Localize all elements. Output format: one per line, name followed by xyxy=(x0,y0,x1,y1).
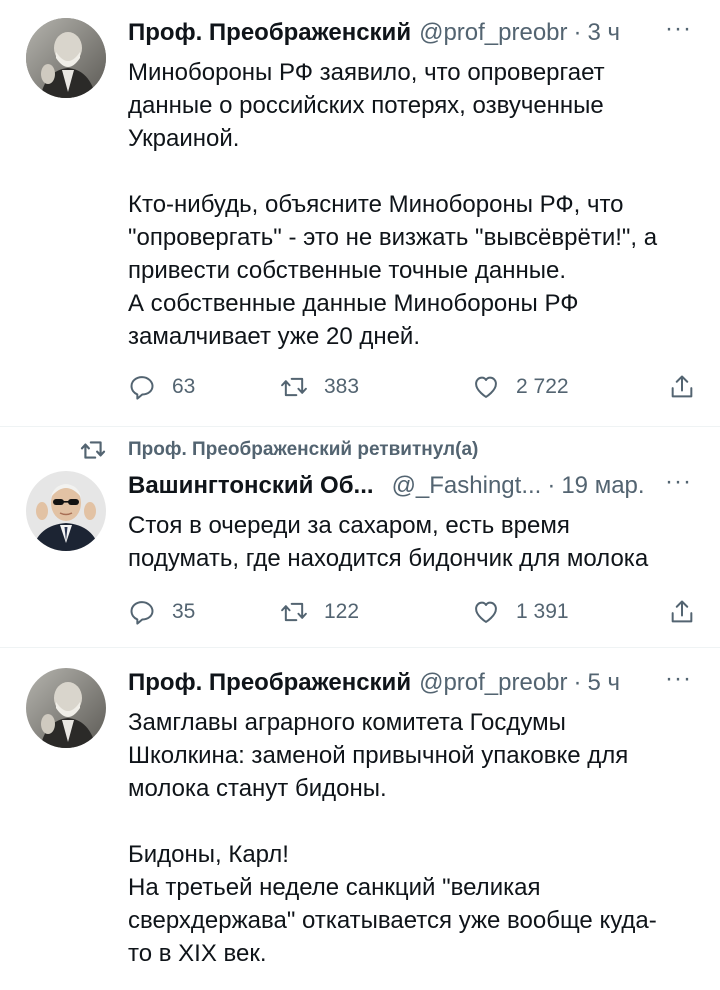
timestamp[interactable]: 5 ч xyxy=(588,668,621,698)
retweet-count: 383 xyxy=(324,375,360,398)
timestamp[interactable]: 3 ч xyxy=(588,18,621,48)
text-line: данные о российских потерях, озвученные xyxy=(128,92,604,119)
author-name[interactable]: Проф. Преображенский xyxy=(128,18,411,48)
text-line: "опровергать" - это не визжать "вывсёврё… xyxy=(128,224,658,251)
retweet-icon xyxy=(281,602,307,622)
author-handle[interactable]: @prof_preobr xyxy=(419,668,567,698)
reply-icon xyxy=(130,376,154,400)
action-bar: 35 122 1 391 xyxy=(128,595,696,629)
reply-button[interactable]: 35 xyxy=(128,595,195,629)
separator-dot: · xyxy=(573,19,582,46)
retweet-button[interactable]: 383 xyxy=(280,370,359,404)
text-line: Замглавы аграрного комитета Госдумы xyxy=(128,709,566,736)
avatar[interactable] xyxy=(26,668,106,748)
share-button[interactable] xyxy=(668,595,696,629)
like-button[interactable]: 1 391 xyxy=(472,595,569,629)
avatar[interactable] xyxy=(26,471,106,551)
like-count: 2 722 xyxy=(516,375,569,398)
retweet-context[interactable]: Проф. Преображенский ретвитнул(а) xyxy=(80,435,478,465)
more-dots-icon[interactable]: ··· xyxy=(665,470,692,494)
share-button[interactable] xyxy=(668,370,696,404)
text-line: Минобороны РФ заявило, что опровергает xyxy=(128,59,605,86)
tweet[interactable]: Проф. Преображенский ретвитнул(а) Вашинг… xyxy=(0,427,720,648)
avatar-image xyxy=(26,668,106,748)
tweet[interactable]: Проф. Преображенский @prof_preobr · 5 ч … xyxy=(0,648,720,990)
tweet[interactable]: Проф. Преображенский @prof_preobr · 3 ч … xyxy=(0,0,720,427)
tweet-header: Вашингтонский Об... @_Fashingt... · 19 м… xyxy=(128,470,700,501)
author-handle[interactable]: @_Fashingt... xyxy=(392,471,542,501)
more-dots-icon[interactable]: ··· xyxy=(665,17,692,41)
avatar-image xyxy=(26,471,106,551)
tweet-text: Замглавы аграрного комитета Госдумы Школ… xyxy=(128,706,698,970)
author-name[interactable]: Вашингтонский Об... xyxy=(128,471,374,501)
reply-icon xyxy=(130,601,154,625)
retweet-icon xyxy=(281,377,307,397)
text-line: то в XIX век. xyxy=(128,940,267,967)
text-line: молока станут бидоны. xyxy=(128,775,387,802)
text-line: А собственные данные Минобороны РФ xyxy=(128,290,579,317)
text-line: сверхдержава" откатывается уже вообще ку… xyxy=(128,907,657,934)
like-button[interactable]: 2 722 xyxy=(472,370,569,404)
avatar[interactable] xyxy=(26,18,106,98)
separator-dot: · xyxy=(547,472,556,499)
separator-dot: · xyxy=(573,669,582,696)
text-line: привести собственные точные данные. xyxy=(128,257,567,284)
tweet-text: Стоя в очереди за сахаром, есть время по… xyxy=(128,509,698,575)
retweet-count: 122 xyxy=(324,600,360,623)
text-line: На третьей неделе санкций "великая xyxy=(128,874,541,901)
action-bar: 63 383 2 722 xyxy=(128,370,696,404)
tweet-header: Проф. Преображенский @prof_preobr · 3 ч … xyxy=(128,17,700,48)
text-line: Бидоны, Карл! xyxy=(128,841,289,868)
text-line: Школкина: заменой привычной упаковке для xyxy=(128,742,629,769)
reply-button[interactable]: 63 xyxy=(128,370,195,404)
timestamp[interactable]: 19 мар. xyxy=(561,471,644,501)
author-name[interactable]: Проф. Преображенский xyxy=(128,668,411,698)
text-line: замалчивает уже 20 дней. xyxy=(128,323,421,350)
retweet-icon xyxy=(80,441,106,459)
author-handle[interactable]: @prof_preobr xyxy=(419,18,567,48)
text-line: Кто-нибудь, объясните Минобороны РФ, что xyxy=(128,191,624,218)
retweet-button[interactable]: 122 xyxy=(280,595,359,629)
text-line: подумать, где находится бидончик для мол… xyxy=(128,545,649,572)
text-line: Украиной. xyxy=(128,125,240,152)
avatar-image xyxy=(26,18,106,98)
heart-icon xyxy=(475,376,497,398)
heart-icon xyxy=(475,601,497,623)
tweet-header: Проф. Преображенский @prof_preobr · 5 ч … xyxy=(128,667,700,698)
text-line: Стоя в очереди за сахаром, есть время xyxy=(128,512,570,539)
tweet-text: Минобороны РФ заявило, что опровергает д… xyxy=(128,56,698,353)
share-icon xyxy=(671,600,693,623)
retweet-label: Проф. Преображенский ретвитнул(а) xyxy=(128,439,479,460)
reply-count: 35 xyxy=(172,600,196,623)
share-icon xyxy=(671,375,693,398)
reply-count: 63 xyxy=(172,375,196,398)
more-dots-icon[interactable]: ··· xyxy=(665,667,692,691)
like-count: 1 391 xyxy=(516,600,569,623)
